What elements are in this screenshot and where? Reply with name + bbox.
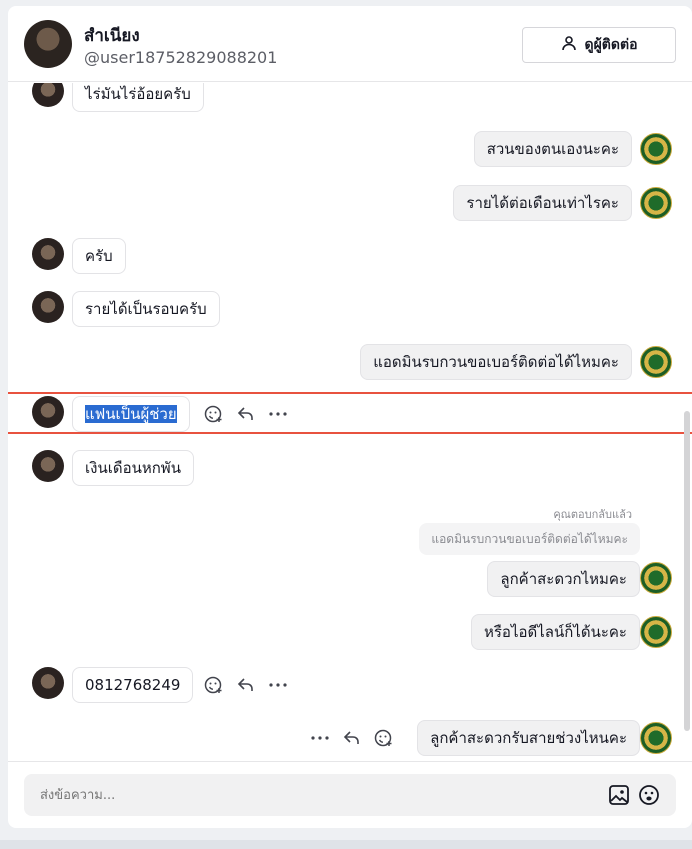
message-bubble[interactable]: เงินเดือนหกพัน (72, 450, 194, 486)
emoji-add-icon[interactable] (374, 728, 394, 748)
image-icon[interactable] (608, 784, 630, 806)
message-bubble[interactable]: ครับ (72, 238, 126, 274)
reply-icon[interactable] (236, 404, 256, 424)
person-icon (561, 35, 577, 55)
avatar[interactable] (640, 187, 672, 219)
message-list[interactable]: ไร่มันไร่อ้อยครับ สวนของตนเองนะคะ รายได้… (8, 83, 692, 763)
avatar[interactable] (640, 346, 672, 378)
contact-handle: @user18752829088201 (84, 48, 278, 67)
window-edge (0, 840, 692, 849)
avatar[interactable] (640, 616, 672, 648)
message-bubble[interactable]: ลูกค้าสะดวกรับสายช่วงไหนคะ (417, 720, 640, 756)
more-icon[interactable] (310, 728, 330, 748)
emoji-icon[interactable] (638, 784, 660, 806)
avatar[interactable] (640, 562, 672, 594)
chat-header: สำเนียง @user18752829088201 ดูผู้ติดต่อ (8, 6, 692, 82)
composer-area (8, 761, 692, 828)
message-bubble[interactable]: รายได้ต่อเดือนเท่าไรคะ (453, 185, 632, 221)
selected-text: แฟนเป็นผู้ช่วย (85, 405, 177, 423)
message-bubble[interactable]: รายได้เป็นรอบครับ (72, 291, 220, 327)
reply-icon[interactable] (342, 728, 362, 748)
composer-icons (608, 784, 660, 806)
message-bubble[interactable]: ไร่มันไร่อ้อยครับ (72, 83, 204, 112)
more-icon[interactable] (268, 675, 288, 695)
message-bubble[interactable]: สวนของตนเองนะคะ (473, 131, 632, 167)
chat-panel: สำเนียง @user18752829088201 ดูผู้ติดต่อ … (8, 6, 692, 828)
message-actions (204, 396, 288, 432)
quoted-message[interactable]: แอดมินรบกวนขอเบอร์ติดต่อได้ไหมคะ (419, 523, 640, 555)
reply-label: คุณตอบกลับแล้ว (553, 508, 632, 521)
contact-avatar[interactable] (24, 20, 72, 68)
view-contact-label: ดูผู้ติดต่อ (584, 37, 638, 53)
avatar[interactable] (32, 396, 64, 428)
message-bubble[interactable]: แฟนเป็นผู้ช่วย (72, 396, 190, 432)
avatar[interactable] (32, 667, 64, 699)
scrollbar[interactable] (684, 411, 690, 731)
message-actions (310, 720, 394, 756)
message-bubble[interactable]: แอดมินรบกวนขอเบอร์ติดต่อได้ไหมคะ (360, 344, 632, 380)
composer (24, 774, 676, 816)
message-input[interactable] (40, 787, 600, 803)
message-bubble[interactable]: ลูกค้าสะดวกไหมคะ (487, 561, 640, 597)
view-contact-button[interactable]: ดูผู้ติดต่อ (522, 27, 676, 63)
avatar[interactable] (32, 291, 64, 323)
more-icon[interactable] (268, 404, 288, 424)
message-actions (204, 667, 288, 703)
message-bubble[interactable]: หรือไอดีไลน์ก็ได้นะคะ (470, 614, 640, 650)
contact-name: สำเนียง (84, 26, 140, 46)
avatar[interactable] (640, 722, 672, 754)
avatar[interactable] (640, 133, 672, 165)
avatar[interactable] (32, 83, 64, 107)
message-bubble[interactable]: 0812768249 (72, 667, 194, 703)
reply-icon[interactable] (236, 675, 256, 695)
avatar[interactable] (32, 238, 64, 270)
avatar[interactable] (32, 450, 64, 482)
emoji-add-icon[interactable] (204, 404, 224, 424)
emoji-add-icon[interactable] (204, 675, 224, 695)
